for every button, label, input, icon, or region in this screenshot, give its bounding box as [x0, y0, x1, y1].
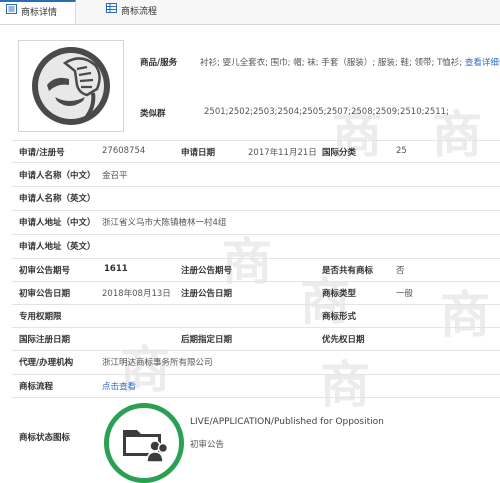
app-no-value: 27608754 [102, 146, 146, 156]
tab-trademark-process[interactable]: 商标流程 [102, 0, 184, 24]
status-icon-label: 商标状态图标 [19, 433, 71, 443]
prelim-date-value: 2018年08月13日 [102, 289, 171, 299]
address-en-label: 申请人地址（英文） [19, 242, 96, 252]
tab-label: 商标流程 [121, 7, 158, 17]
agency-value: 浙江明达商标事务所有限公司 [102, 358, 213, 368]
mark-type-value: 一般 [396, 289, 414, 299]
goods-list: 衬衫; 婴儿全套衣; 围巾; 帽; 袜; 手套（服装）; 服装; 鞋; 领带; … [200, 58, 463, 68]
tab-bar: 商标详情 商标流程 [0, 0, 500, 25]
app-no-label: 申请/注册号 [19, 148, 65, 158]
row-divider [12, 304, 500, 305]
status-text: LIVE/APPLICATION/Published for Oppositio… [190, 417, 384, 427]
goods-label: 商品/服务 [140, 58, 178, 68]
row-divider [12, 210, 500, 211]
applicant-en-label: 申请人名称（英文） [19, 194, 96, 204]
agency-label: 代理/办理机构 [19, 358, 74, 368]
row-divider [12, 374, 500, 375]
status-icon-badge [104, 403, 184, 483]
app-date-value: 2017年11月21日 [248, 148, 317, 158]
process-label: 商标流程 [19, 382, 54, 392]
mark-type-label: 商标类型 [322, 289, 357, 299]
view-process-link[interactable]: 点击查看 [102, 380, 136, 392]
tab-trademark-details[interactable]: 商标详情 [0, 0, 76, 24]
status-subtext: 初审公告 [190, 440, 225, 450]
row-divider [12, 281, 500, 282]
app-date-label: 申请日期 [181, 148, 216, 158]
facepalm-face-icon [32, 47, 110, 125]
doc-list-icon [6, 1, 17, 23]
prelim-date-label: 初审公告日期 [19, 289, 71, 299]
prelim-issue-label: 初审公告期号 [19, 266, 71, 276]
watermark: 商 [432, 105, 482, 164]
row-divider [12, 350, 500, 351]
tab-label: 商标详情 [21, 8, 58, 18]
row-divider [12, 397, 500, 398]
view-details-link[interactable]: 查看详细信息 [465, 58, 500, 68]
watermark: 商 [320, 355, 370, 414]
grid-table-icon [106, 0, 117, 23]
prelim-issue-value: 1611 [104, 264, 128, 274]
applicant-cn-value: 金召平 [102, 171, 128, 181]
row-divider [12, 162, 500, 163]
row-divider [12, 234, 500, 235]
reg-issue-label: 注册公告期号 [181, 266, 233, 276]
reg-date-label: 注册公告日期 [181, 289, 233, 299]
mark-form-label: 商标形式 [322, 312, 357, 322]
shared-mark-value: 否 [396, 266, 405, 276]
trademark-image [18, 40, 124, 132]
address-cn-label: 申请人地址（中文） [19, 218, 96, 228]
intl-class-value: 25 [396, 146, 407, 156]
priority-date-label: 优先权日期 [322, 335, 365, 345]
exclusive-period-label: 专用权期限 [19, 312, 62, 322]
later-designation-label: 后期指定日期 [181, 335, 233, 345]
similar-group-label: 类似群 [140, 109, 166, 119]
intl-class-label: 国际分类 [322, 148, 357, 158]
shared-mark-label: 是否共有商标 [322, 266, 374, 276]
watermark: 商 [440, 285, 490, 344]
applicant-cn-label: 申请人名称（中文） [19, 171, 96, 181]
folder-people-icon [123, 430, 169, 462]
similar-group-value: 2501;2502;2503;2504;2505;2507;2508;2509;… [204, 107, 449, 117]
row-divider [12, 186, 500, 187]
row-divider [12, 327, 500, 328]
intl-reg-date-label: 国际注册日期 [19, 335, 71, 345]
goods-value: 衬衫; 婴儿全套衣; 围巾; 帽; 袜; 手套（服装）; 服装; 鞋; 领带; … [200, 56, 500, 68]
row-divider [12, 140, 500, 141]
address-cn-value: 浙江省义乌市大陈镇楂林一村4组 [102, 218, 227, 228]
row-divider [12, 258, 500, 259]
